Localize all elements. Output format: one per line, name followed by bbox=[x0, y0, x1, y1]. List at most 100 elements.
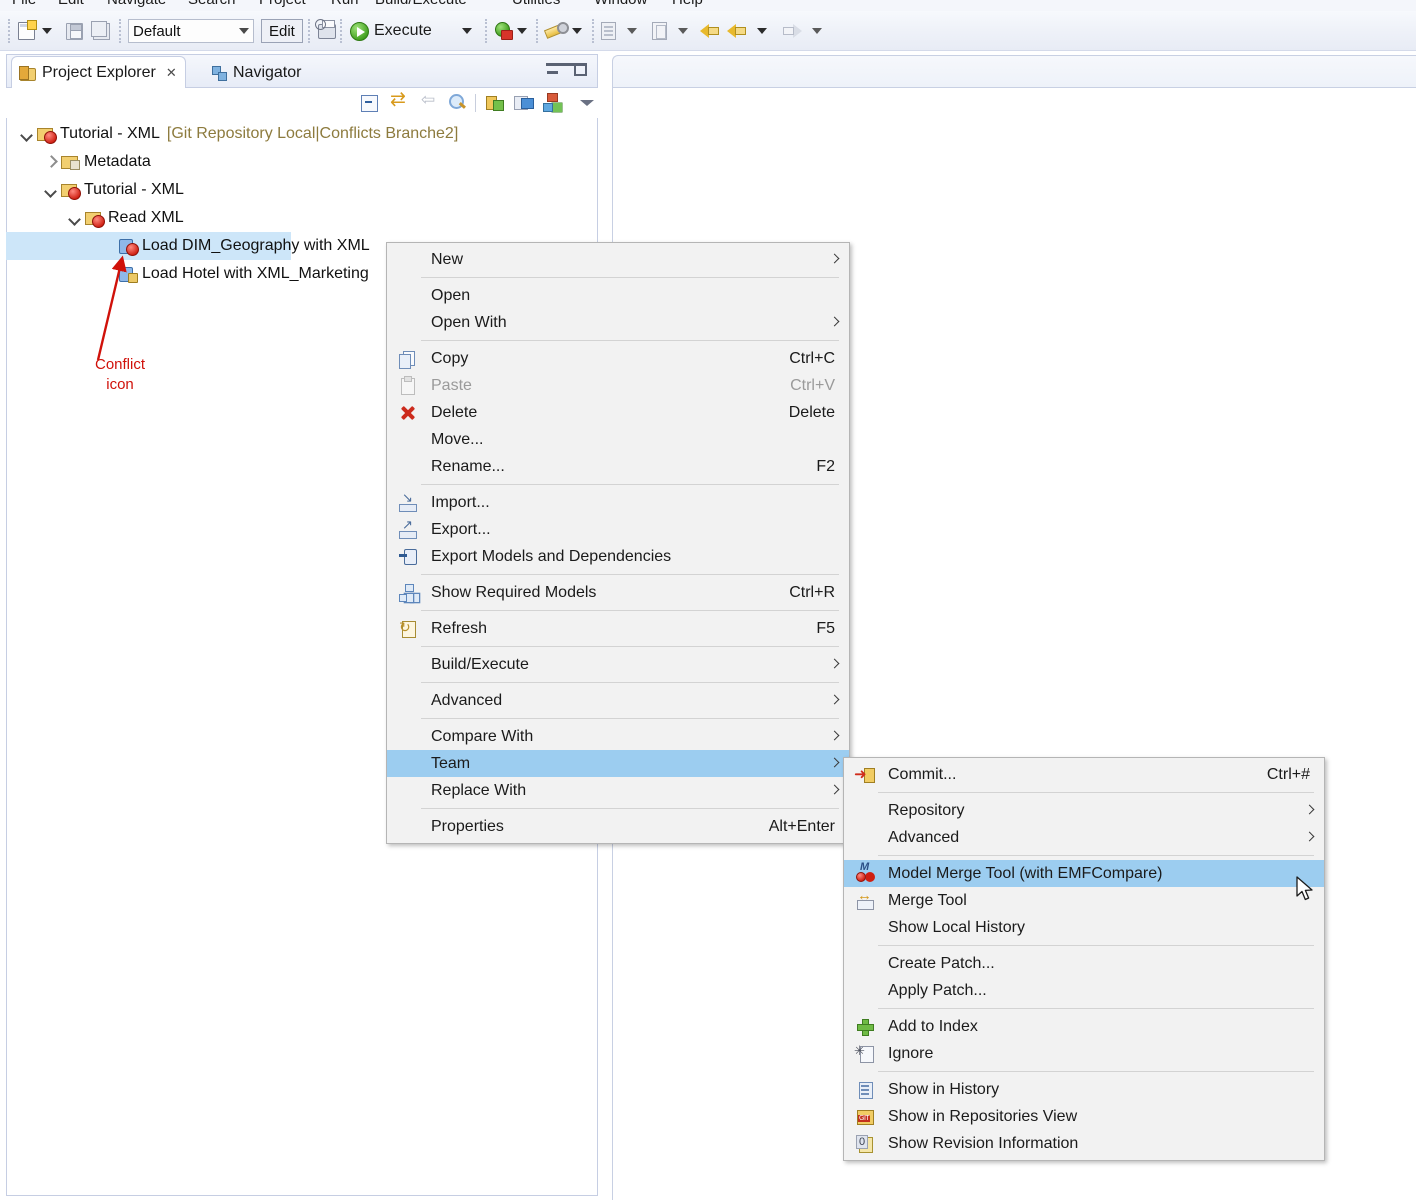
menu-utilities[interactable]: Utilities bbox=[512, 0, 560, 8]
menu-edit[interactable]: Edit bbox=[58, 0, 84, 8]
menu-item-properties[interactable]: Properties Alt+Enter bbox=[387, 813, 849, 840]
menu-item-compare-with[interactable]: Compare With bbox=[387, 723, 849, 750]
menu-file[interactable]: File bbox=[12, 0, 36, 8]
back-icon[interactable] bbox=[420, 90, 442, 114]
submenu-item-merge-tool[interactable]: Merge Tool bbox=[844, 887, 1324, 914]
menu-item-delete[interactable]: Delete Delete bbox=[387, 399, 849, 426]
menu-item-export[interactable]: Export... bbox=[387, 516, 849, 543]
menu-run[interactable]: Run bbox=[331, 0, 359, 8]
twisty-open-icon[interactable] bbox=[20, 127, 34, 141]
submenu-item-repository[interactable]: Repository bbox=[844, 797, 1324, 824]
menu-search[interactable]: Search bbox=[188, 0, 236, 8]
next-dropdown-button[interactable] bbox=[812, 17, 822, 45]
context-menu[interactable]: New Open Open With Copy Ctrl+C Paste Ctr… bbox=[386, 242, 850, 844]
menu-window[interactable]: Window bbox=[594, 0, 647, 8]
debug-button[interactable] bbox=[494, 17, 513, 45]
menu-help[interactable]: Help bbox=[672, 0, 703, 8]
menu-item-copy[interactable]: Copy Ctrl+C bbox=[387, 345, 849, 372]
previous-dropdown-button[interactable] bbox=[757, 17, 767, 45]
menu-project[interactable]: Project bbox=[259, 0, 306, 8]
submenu-item-show-in-repositories-view[interactable]: Show in Repositories View bbox=[844, 1103, 1324, 1130]
menu-separator bbox=[878, 945, 1314, 946]
tree-item-load-dim-geography[interactable]: Load DIM_Geography with XML bbox=[6, 232, 370, 260]
import-items-icon[interactable] bbox=[513, 92, 535, 114]
collapse-all-icon[interactable] bbox=[358, 92, 380, 114]
tab-project-explorer[interactable]: Project Explorer ✕ bbox=[11, 56, 186, 90]
document-alt-button[interactable] bbox=[652, 17, 667, 45]
submenu-arrow-icon bbox=[831, 758, 837, 768]
menu-build-execute[interactable]: Build/Execute bbox=[375, 0, 467, 8]
submenu-item-commit[interactable]: Commit... Ctrl+# bbox=[844, 761, 1324, 788]
menu-item-refresh[interactable]: Refresh F5 bbox=[387, 615, 849, 642]
debug-dropdown-button[interactable] bbox=[517, 17, 527, 45]
execute-button[interactable]: Execute bbox=[350, 17, 432, 45]
tree-item-tutorial-xml[interactable]: Tutorial - XML bbox=[6, 176, 598, 204]
document-dropdown-button[interactable] bbox=[627, 17, 637, 45]
tree-item-tutorial-xml-root[interactable]: Tutorial - XML [Git Repository Local|Con… bbox=[6, 120, 598, 148]
menu-item-label: Open bbox=[431, 286, 471, 304]
submenu-item-advanced[interactable]: Advanced bbox=[844, 824, 1324, 851]
menu-item-label: Build/Execute bbox=[431, 655, 529, 673]
hierarchy-icon[interactable] bbox=[542, 92, 564, 114]
menu-navigate[interactable]: Navigate bbox=[107, 0, 166, 8]
document-alt-dropdown-button[interactable] bbox=[678, 17, 688, 45]
menu-item-replace-with[interactable]: Replace With bbox=[387, 777, 849, 804]
twisty-open-icon[interactable] bbox=[44, 183, 58, 197]
menu-item-import[interactable]: Import... bbox=[387, 489, 849, 516]
submenu-item-apply-patch[interactable]: Apply Patch... bbox=[844, 977, 1324, 1004]
submenu-item-show-revision-information[interactable]: Show Revision Information bbox=[844, 1130, 1324, 1157]
menu-item-open-with[interactable]: Open With bbox=[387, 309, 849, 336]
menu-item-team[interactable]: Team bbox=[387, 750, 849, 777]
submenu-item-create-patch[interactable]: Create Patch... bbox=[844, 950, 1324, 977]
menu-item-show-required-models[interactable]: Show Required Models Ctrl+R bbox=[387, 579, 849, 606]
team-submenu[interactable]: Commit... Ctrl+# Repository Advanced Mod… bbox=[843, 757, 1325, 1161]
document-button[interactable] bbox=[601, 17, 616, 45]
document-alt-icon bbox=[652, 22, 667, 40]
menu-item-accel: Ctrl+C bbox=[789, 349, 835, 367]
menu-item-rename[interactable]: Rename... F2 bbox=[387, 453, 849, 480]
edit-button[interactable]: Edit bbox=[261, 19, 303, 43]
pen-dropdown-button[interactable] bbox=[572, 17, 582, 45]
menu-item-move[interactable]: Move... bbox=[387, 426, 849, 453]
menu-item-new[interactable]: New bbox=[387, 246, 849, 273]
submenu-item-ignore[interactable]: Ignore bbox=[844, 1040, 1324, 1067]
menu-item-open[interactable]: Open bbox=[387, 282, 849, 309]
view-menu-icon[interactable] bbox=[576, 92, 598, 114]
menu-item-export-models-and-dependencies[interactable]: Export Models and Dependencies bbox=[387, 543, 849, 570]
pen-button[interactable] bbox=[545, 17, 569, 45]
print-preview-button[interactable] bbox=[315, 17, 336, 45]
close-icon[interactable]: ✕ bbox=[166, 65, 177, 81]
search-icon[interactable] bbox=[446, 92, 468, 114]
tab-navigator[interactable]: Navigator bbox=[203, 56, 309, 89]
folder-conflict-icon bbox=[85, 209, 105, 228]
tree-item-read-xml[interactable]: Read XML bbox=[6, 204, 598, 232]
chevron-down-icon bbox=[678, 28, 688, 34]
submenu-item-show-local-history[interactable]: Show Local History bbox=[844, 914, 1324, 941]
tree-item-metadata[interactable]: Metadata bbox=[6, 148, 598, 176]
next-button[interactable] bbox=[782, 17, 802, 45]
back-button[interactable] bbox=[700, 17, 720, 45]
new-button[interactable] bbox=[18, 17, 37, 45]
twisty-open-icon[interactable] bbox=[68, 211, 82, 225]
filter-folder-icon[interactable] bbox=[484, 92, 506, 114]
save-all-button[interactable] bbox=[91, 17, 110, 45]
twisty-closed-icon[interactable] bbox=[44, 155, 58, 169]
import-icon bbox=[399, 490, 417, 512]
back-arrow-icon bbox=[700, 23, 720, 39]
submenu-item-model-merge-tool[interactable]: Model Merge Tool (with EMFCompare) bbox=[844, 860, 1324, 887]
previous-button[interactable] bbox=[727, 17, 747, 45]
project-folder-conflict-icon bbox=[37, 125, 57, 144]
menu-item-build-execute[interactable]: Build/Execute bbox=[387, 651, 849, 678]
link-with-editor-icon[interactable] bbox=[389, 88, 411, 114]
submenu-item-show-in-history[interactable]: Show in History bbox=[844, 1076, 1324, 1103]
menu-item-label: Rename... bbox=[431, 457, 505, 475]
submenu-item-add-to-index[interactable]: Add to Index bbox=[844, 1013, 1324, 1040]
new-dropdown-button[interactable] bbox=[42, 17, 52, 45]
chevron-down-icon bbox=[757, 28, 767, 34]
menu-separator bbox=[878, 1071, 1314, 1072]
menu-item-advanced[interactable]: Advanced bbox=[387, 687, 849, 714]
execute-dropdown-button[interactable] bbox=[462, 17, 472, 45]
save-button[interactable] bbox=[66, 17, 83, 45]
maximize-icon[interactable] bbox=[574, 63, 587, 76]
context-select[interactable]: Default bbox=[128, 19, 254, 43]
